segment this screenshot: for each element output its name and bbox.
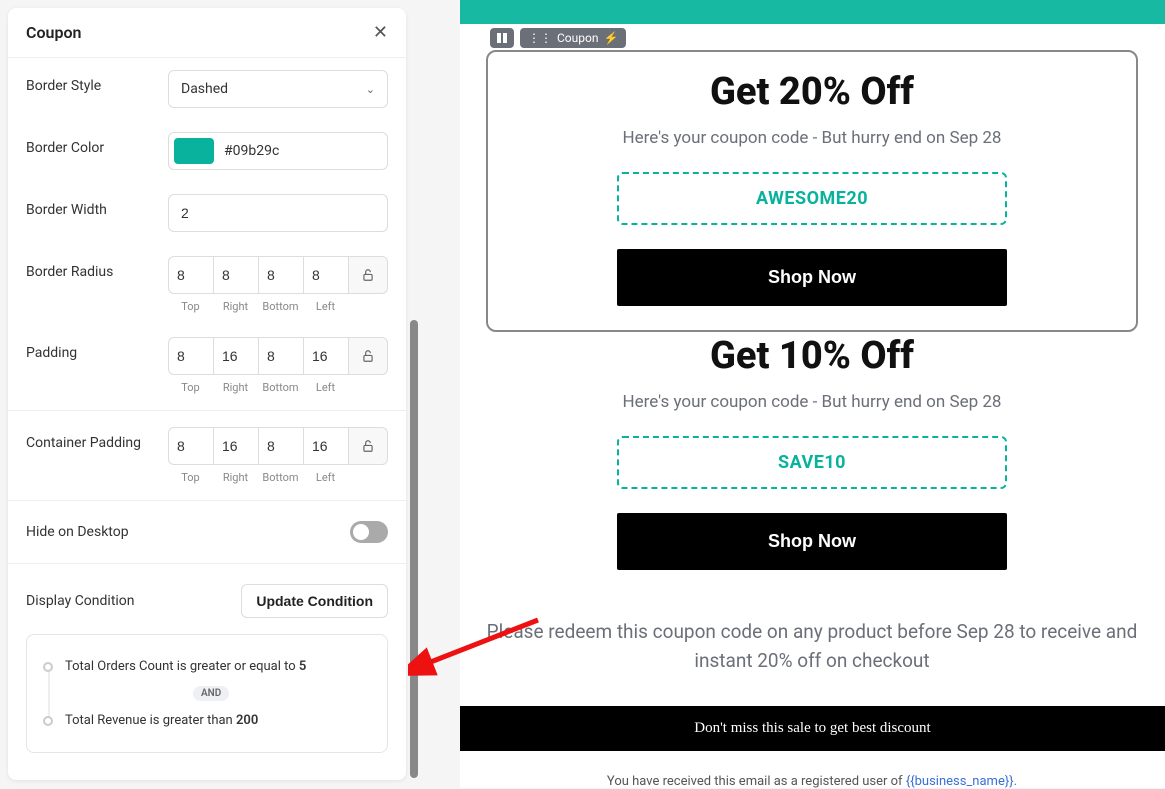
- element-selector-chip: ⋮⋮ Coupon ⚡: [490, 28, 626, 48]
- border-width-row: Border Width: [8, 182, 406, 244]
- color-swatch: [174, 138, 214, 164]
- display-condition-row: Display Condition Update Condition: [8, 568, 406, 634]
- sidebar-scrollbar[interactable]: [410, 320, 418, 778]
- element-chip-label: Coupon: [557, 31, 598, 45]
- offer2-subtitle: Here's your coupon code - But hurry end …: [486, 392, 1138, 412]
- offer2-block: Get 10% Off Here's your coupon code - Bu…: [486, 334, 1138, 570]
- offer1-shop-button[interactable]: Shop Now: [617, 249, 1007, 306]
- footer-template-var: {{business_name}}.: [906, 774, 1017, 789]
- redeem-text: Please redeem this coupon code on any pr…: [486, 618, 1138, 675]
- border-style-row: Border Style Dashed ⌄: [8, 58, 406, 120]
- container-padding-left[interactable]: [303, 427, 348, 465]
- border-radius-left[interactable]: [303, 256, 348, 294]
- drag-handle-icon: ⋮⋮: [528, 31, 552, 45]
- border-style-label: Border Style: [26, 70, 156, 94]
- padding-row: Padding Top Right Bottom Left: [8, 325, 406, 406]
- sublabel-bottom: Bottom: [258, 300, 303, 313]
- hide-desktop-toggle[interactable]: [350, 521, 388, 543]
- container-padding-lock[interactable]: [348, 427, 388, 465]
- border-width-input[interactable]: [168, 194, 388, 232]
- padding-left[interactable]: [303, 337, 348, 375]
- container-padding-label: Container Padding: [26, 427, 156, 451]
- offer2-title: Get 10% Off: [486, 334, 1138, 378]
- email-preview: ⋮⋮ Coupon ⚡ Get 20% Off Here's your coup…: [460, 0, 1165, 788]
- hide-desktop-label: Hide on Desktop: [26, 524, 156, 540]
- container-padding-row: Container Padding Top Right Bottom Left: [8, 415, 406, 496]
- condition-summary-box: Total Orders Count is greater or equal t…: [26, 634, 388, 753]
- border-color-picker[interactable]: #09b29c: [168, 132, 388, 170]
- update-condition-button[interactable]: Update Condition: [241, 584, 388, 618]
- offer2-code: SAVE10: [778, 452, 846, 473]
- border-color-label: Border Color: [26, 132, 156, 156]
- hide-desktop-row: Hide on Desktop: [8, 505, 406, 559]
- padding-right[interactable]: [213, 337, 258, 375]
- display-condition-label: Display Condition: [26, 593, 156, 609]
- condition-join-and: AND: [193, 686, 229, 701]
- border-color-row: Border Color #09b29c: [8, 120, 406, 182]
- close-icon[interactable]: ✕: [373, 22, 388, 43]
- border-radius-right[interactable]: [213, 256, 258, 294]
- lightning-icon: ⚡: [603, 31, 618, 45]
- offer2-code-box: SAVE10: [617, 436, 1007, 489]
- offer1-subtitle: Here's your coupon code - But hurry end …: [508, 128, 1116, 148]
- condition-line-1: Total Orders Count is greater or equal t…: [43, 659, 371, 674]
- condition-dot-icon: [43, 662, 53, 672]
- border-radius-top[interactable]: [168, 256, 213, 294]
- footer-text: You have received this email as a regist…: [486, 774, 1138, 789]
- border-radius-lock[interactable]: [348, 256, 388, 294]
- sublabel-left: Left: [303, 300, 348, 313]
- border-width-label: Border Width: [26, 194, 156, 218]
- border-color-value: #09b29c: [224, 143, 279, 159]
- container-padding-top[interactable]: [168, 427, 213, 465]
- border-radius-bottom[interactable]: [258, 256, 303, 294]
- padding-bottom[interactable]: [258, 337, 303, 375]
- lock-icon: [361, 268, 375, 282]
- sublabel-right: Right: [213, 300, 258, 313]
- sublabel-top: Top: [168, 300, 213, 313]
- border-radius-label: Border Radius: [26, 256, 156, 280]
- offer1-code: AWESOME20: [756, 188, 868, 209]
- lock-icon: [361, 439, 375, 453]
- padding-lock[interactable]: [348, 337, 388, 375]
- border-style-select[interactable]: Dashed ⌄: [168, 70, 388, 108]
- chevron-down-icon: ⌄: [366, 83, 375, 96]
- settings-sidebar: Coupon ✕ Border Style Dashed ⌄ Border Co…: [8, 8, 406, 780]
- columns-icon[interactable]: [490, 28, 514, 48]
- offer1-code-box: AWESOME20: [617, 172, 1007, 225]
- container-padding-right[interactable]: [213, 427, 258, 465]
- padding-top[interactable]: [168, 337, 213, 375]
- coupon-block-selected[interactable]: Get 20% Off Here's your coupon code - Bu…: [486, 50, 1138, 332]
- preview-topbar: [460, 0, 1165, 24]
- promo-banner: Don't miss this sale to get best discoun…: [460, 706, 1165, 751]
- offer2-shop-button[interactable]: Shop Now: [617, 513, 1007, 570]
- condition-dot-icon: [43, 716, 53, 726]
- element-chip[interactable]: ⋮⋮ Coupon ⚡: [520, 28, 626, 48]
- panel-header: Coupon ✕: [8, 8, 406, 58]
- panel-title: Coupon: [26, 23, 81, 42]
- condition-line-2: Total Revenue is greater than 200: [43, 713, 371, 728]
- border-style-value: Dashed: [181, 81, 228, 97]
- lock-icon: [361, 349, 375, 363]
- container-padding-bottom[interactable]: [258, 427, 303, 465]
- border-radius-row: Border Radius Top Right Bottom Left: [8, 244, 406, 325]
- padding-label: Padding: [26, 337, 156, 361]
- offer1-title: Get 20% Off: [508, 70, 1116, 114]
